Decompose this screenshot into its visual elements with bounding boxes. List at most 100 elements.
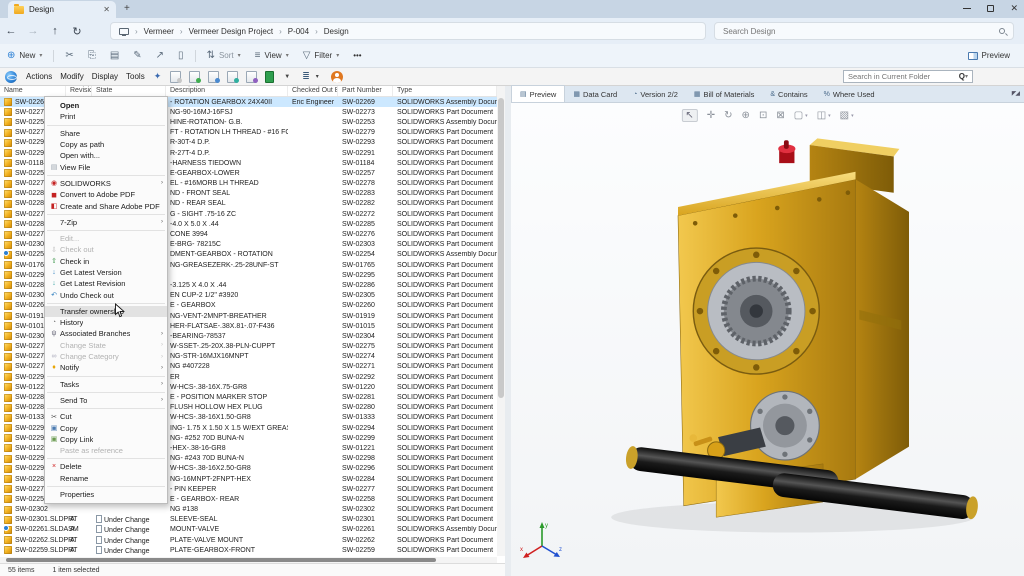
column-header[interactable]: Description xyxy=(166,86,288,96)
new-button[interactable]: ⊕ New▾ xyxy=(0,44,49,67)
breadcrumb-item[interactable]: Vermeer xyxy=(144,27,174,36)
tab-version-2-2[interactable]: ◔Version 2/2 xyxy=(625,86,686,102)
menu-item-solidworks[interactable]: ◉SOLIDWORKS› xyxy=(45,178,167,189)
pdm-menu-modify[interactable]: Modify xyxy=(56,72,88,81)
delete-button[interactable]: ▯ xyxy=(171,44,191,67)
table-row[interactable]: SW-02262.SLDPRTAUnder ChangePLATE-VALVE … xyxy=(0,535,497,545)
menu-item-view-file[interactable]: ▤View File xyxy=(45,161,167,172)
menu-item-get-latest-version[interactable]: ↓Get Latest Version xyxy=(45,267,167,278)
pin-icon[interactable]: ✦ xyxy=(154,71,162,82)
breadcrumb-item[interactable]: Vermeer Design Project xyxy=(189,27,273,36)
filter-button[interactable]: ▽Filter▾ xyxy=(296,44,347,67)
pdm-checkout-icon[interactable] xyxy=(170,71,181,83)
pdm-vault-icon[interactable] xyxy=(5,71,17,83)
menu-item-history[interactable]: ◔History xyxy=(45,317,167,328)
menu-item-convert-to-adobe-pdf[interactable]: ◼Convert to Adobe PDF xyxy=(45,189,167,200)
table-row[interactable]: SW-02301.SLDPRTAUnder ChangeSLEEVE-SEALS… xyxy=(0,515,497,525)
menu-item-create-and-share-adobe-pdf[interactable]: ◧Create and Share Adobe PDF xyxy=(45,200,167,211)
menu-item-properties[interactable]: Properties xyxy=(45,489,167,500)
breadcrumb[interactable]: ›Vermeer›Vermeer Design Project›P-004›De… xyxy=(110,22,706,40)
paste-button[interactable]: ▤ xyxy=(103,44,126,67)
model-viewer[interactable]: ↖✛↻⊕⊡⊠▢▾◫▾▧▾ xyxy=(511,103,1024,576)
menu-item-copy[interactable]: ▣Copy xyxy=(45,422,167,433)
pdm-checkin-icon[interactable] xyxy=(189,71,200,83)
cut-button[interactable]: ✂ xyxy=(58,44,80,67)
menu-item-open[interactable]: Open xyxy=(45,100,167,111)
dropdown-arrow-icon[interactable]: ▾ xyxy=(805,113,808,119)
menu-item-get-latest-revision[interactable]: ↓Get Latest Revision xyxy=(45,278,167,289)
menu-item-tasks[interactable]: Tasks› xyxy=(45,379,167,390)
tab-bill-of-materials[interactable]: ▦Bill of Materials xyxy=(686,86,762,102)
tab-icon: ◔ xyxy=(633,91,637,98)
menu-item-print[interactable]: Print xyxy=(45,111,167,122)
pdm-menu-display[interactable]: Display xyxy=(88,72,122,81)
up-button[interactable]: ↑ xyxy=(44,25,66,37)
tab-contains[interactable]: &Contains xyxy=(762,86,815,102)
pdm-search-settings-icon[interactable]: ≣ xyxy=(302,71,310,82)
menu-item-undo-check-out[interactable]: ↶Undo Check out xyxy=(45,289,167,300)
menu-item-7-zip[interactable]: 7-Zip› xyxy=(45,217,167,228)
menu-item-delete[interactable]: ×Delete xyxy=(45,461,167,472)
column-header[interactable]: State xyxy=(92,86,166,96)
user-avatar[interactable] xyxy=(331,71,343,83)
pdm-bom-icon[interactable] xyxy=(265,71,274,83)
menu-item-associated-branches[interactable]: ψAssociated Branches› xyxy=(45,328,167,339)
breadcrumb-item[interactable]: Design xyxy=(324,27,349,36)
column-header[interactable]: Name xyxy=(0,86,66,96)
share-button[interactable]: ↗ xyxy=(149,44,171,67)
pdm-menu-tools[interactable]: Tools xyxy=(122,72,149,81)
part-number-cell: SW-01765 xyxy=(338,262,393,269)
menu-item-share[interactable]: Share xyxy=(45,128,167,139)
refresh-button[interactable]: ↻ xyxy=(66,25,88,38)
solidworks-file-icon xyxy=(4,190,12,198)
copy-button[interactable]: ⎘ xyxy=(81,44,103,67)
breadcrumb-item[interactable]: P-004 xyxy=(288,27,309,36)
pdm-get-revision-icon[interactable] xyxy=(246,71,257,83)
maximize-button[interactable] xyxy=(987,5,994,12)
expand-icon[interactable]: ◤◢ xyxy=(1012,90,1019,97)
back-button[interactable]: ← xyxy=(0,25,22,37)
column-header[interactable]: Revisio... xyxy=(66,86,92,96)
menu-item-notify[interactable]: ♦Notify› xyxy=(45,362,167,373)
table-row[interactable]: SW-02259.SLDPRTAUnder ChangePLATE-GEARBO… xyxy=(0,545,497,555)
table-row[interactable]: SW-02261.SLDASMAUnder ChangeMOUNT-VALVES… xyxy=(0,525,497,535)
tab-where-used[interactable]: %Where Used xyxy=(816,86,883,102)
menu-item-rename[interactable]: Rename xyxy=(45,473,167,484)
rename-button[interactable]: ✎ xyxy=(126,44,148,67)
more-button[interactable]: ••• xyxy=(346,44,368,67)
pdm-more-dropdown[interactable]: ▼ xyxy=(284,74,290,80)
menu-item-open-with[interactable]: Open with... xyxy=(45,150,167,161)
pdm-search-input[interactable] xyxy=(848,72,959,81)
close-button[interactable]: ✕ xyxy=(1010,3,1018,14)
pdm-menu-actions[interactable]: Actions xyxy=(22,72,56,81)
tab-data-card[interactable]: ▦Data Card xyxy=(565,86,625,102)
vertical-scrollbar[interactable] xyxy=(497,86,505,556)
dropdown-arrow-icon[interactable]: ▾ xyxy=(828,113,831,119)
menu-item-cut[interactable]: ✂Cut xyxy=(45,411,167,422)
minimize-button[interactable] xyxy=(963,8,971,9)
forward-button[interactable]: → xyxy=(22,25,44,37)
pdm-copy-icon[interactable] xyxy=(208,71,219,83)
new-tab-button[interactable]: + xyxy=(124,3,130,14)
menu-item-copy-as-path[interactable]: Copy as path xyxy=(45,139,167,150)
tab-preview[interactable]: ▤Preview xyxy=(511,85,565,102)
search-input[interactable] xyxy=(723,27,999,36)
menu-item-copy-link[interactable]: ▣Copy Link xyxy=(45,434,167,445)
pdm-get-version-icon[interactable] xyxy=(227,71,238,83)
column-header[interactable]: Type xyxy=(393,86,497,96)
menu-item-send-to[interactable]: Send To› xyxy=(45,395,167,406)
menu-item-transfer-ownership[interactable]: Transfer ownership xyxy=(45,306,167,317)
search-box[interactable] xyxy=(714,22,1014,40)
sort-button[interactable]: ⇅Sort▾ xyxy=(200,44,248,67)
table-row[interactable]: SW-02302NG #138SW-02302SOLIDWORKS Part D… xyxy=(0,505,497,515)
column-header[interactable]: Part Number xyxy=(338,86,393,96)
dropdown-arrow-icon[interactable]: ▾ xyxy=(851,113,854,119)
menu-item-check-in[interactable]: ⇧Check in xyxy=(45,256,167,267)
tab-close-icon[interactable]: ✕ xyxy=(103,5,110,14)
column-header[interactable]: Checked Out By xyxy=(288,86,338,96)
pdm-search-box[interactable]: Q▾ xyxy=(843,70,973,83)
preview-toggle[interactable]: Preview xyxy=(968,51,1010,60)
explorer-tab[interactable]: Design ✕ xyxy=(8,1,116,18)
description-cell: SLEEVE-SEAL xyxy=(166,516,288,523)
view-button[interactable]: ≡View▾ xyxy=(248,44,296,67)
